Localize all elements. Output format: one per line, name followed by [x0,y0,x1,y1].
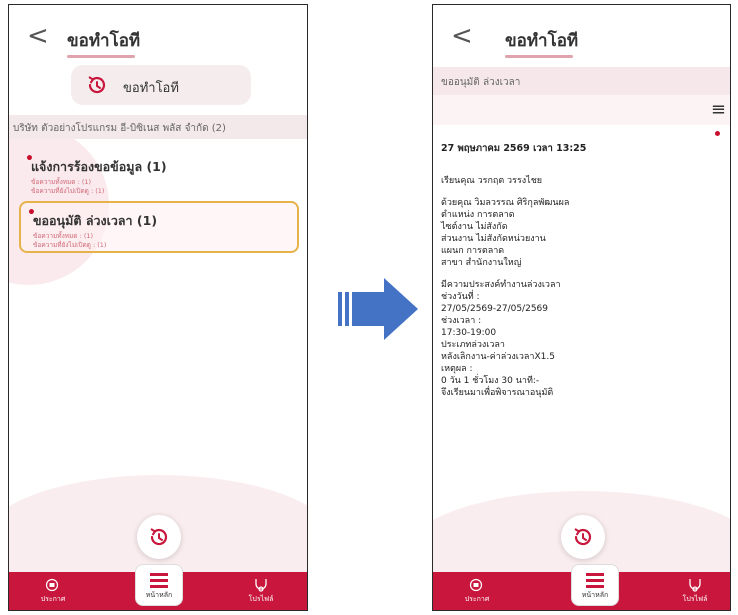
list-item-info-request[interactable]: แจ้งการร้องขอข้อมูล (1) ข้อความทั้งหมด :… [19,149,299,201]
home-menu-icon [150,573,168,588]
detail-line: 0 วัน 1 ชั่วโมง 30 นาที:- [441,376,540,386]
detail-line: ช่วงเวลา : [441,316,482,326]
nav-news[interactable]: ประกาศ [447,578,507,605]
nav-home-label: หน้าหลัก [581,591,609,599]
app-header: < ขอทำโอที [9,5,307,63]
list-item-unread: ข้อความที่ยังไม่เปิดดู : (1) [33,241,107,249]
ot-request-icon [85,73,109,101]
unread-dot [715,131,720,136]
title-underline [505,55,573,58]
profile-icon [689,579,701,592]
page-title: ขอทำโอที [67,31,141,51]
detail-line: มีความประสงค์ทำงานล่วงเวลา [441,280,561,290]
detail-line: หลังเลิกงาน-ค่าล่วงเวลาX1.5 [441,352,555,362]
list-item-ot-approval[interactable]: ขออนุมัติ ล่วงเวลา (1) ข้อความทั้งหมด : … [19,201,299,253]
nav-home[interactable]: หน้าหลัก [135,564,183,606]
list-item-title: ขออนุมัติ ล่วงเวลา (1) [27,205,157,231]
subtitle-bar: ขออนุมัติ ล่วงเวลา [433,67,730,95]
bottom-nav: ประกาศ หน้าหลัก โปรไฟล์ [9,564,307,610]
profile-icon [255,579,267,592]
requester-line: ด้วยคุณ วิมลวรรณ ศิริกุลพัฒนผล [441,198,570,208]
detail-line: เหตุผล : [441,364,473,374]
nav-profile-label: โปรไฟล์ [682,595,708,603]
phone-screen-list: < ขอทำโอที ขอทำโอที บริษัท ตัวอย่างโปรแก… [8,4,308,611]
message-body: เรียนคุณ วรกฤต วรรงไชย ด้วยคุณ วิมลวรรณ … [441,175,711,409]
detail-line: ประเภทล่วงเวลา [441,340,505,350]
list-item-title: แจ้งการร้องขอข้อมูล (1) [25,151,167,177]
requester-line: สาขา สำนักงานใหญ่ [441,258,522,268]
nav-news-label: ประกาศ [40,595,66,603]
title-underline [67,55,135,58]
greeting: เรียนคุณ วรกฤต วรรงไชย [441,176,543,186]
nav-news-label: ประกาศ [464,595,490,603]
megaphone-icon [469,578,483,592]
phone-screen-detail: < ขอทำโอที ขออนุมัติ ล่วงเวลา ≡ 27 พฤษภา… [432,4,731,611]
detail-line: จึงเรียนมาเพื่อพิจารณาอนุมัติ [441,388,554,398]
hamburger-icon[interactable]: ≡ [711,101,726,119]
megaphone-icon [45,578,59,592]
page-title: ขอทำโอที [505,31,579,51]
nav-home-label: หน้าหลัก [145,591,173,599]
requester-line: ส่วนงาน ไม่สังกัดหน่วยงาน [441,234,546,244]
ot-category-chip[interactable]: ขอทำโอที [71,65,251,105]
toolbar [433,95,730,125]
nav-profile[interactable]: โปรไฟล์ [231,578,291,605]
back-icon[interactable]: < [27,23,49,49]
home-menu-icon [586,573,604,588]
app-header: < ขอทำโอที [433,5,730,63]
nav-profile-label: โปรไฟล์ [248,595,274,603]
detail-line: 27/05/2569-27/05/2569 [441,304,548,314]
ot-request-icon [147,525,171,553]
company-row: บริษัท ตัวอย่างโปรแกรม อี-บิซิเนส พลัส จ… [9,115,307,139]
right-arrow-icon [338,278,418,340]
nav-home[interactable]: หน้าหลัก [571,564,619,606]
ot-action-button[interactable] [137,515,181,559]
ot-action-button[interactable] [561,515,605,559]
requester-line: ตำแหน่ง การตลาด [441,210,515,220]
message-date: 27 พฤษภาคม 2569 เวลา 13:25 [441,143,587,154]
requester-line: แผนก การตลาด [441,246,505,256]
bottom-nav: ประกาศ หน้าหลัก โปรไฟล์ [433,564,730,610]
detail-line: 17:30-19:00 [441,328,497,338]
ot-request-icon [571,525,595,553]
nav-profile[interactable]: โปรไฟล์ [665,578,725,605]
back-icon[interactable]: < [451,23,473,49]
list-item-unread: ข้อความที่ยังไม่เปิดดู : (1) [31,187,105,195]
nav-news[interactable]: ประกาศ [23,578,83,605]
requester-line: ไซต์งาน ไม่สังกัด [441,222,508,232]
chip-label: ขอทำโอที [123,81,179,96]
detail-line: ช่วงวันที่ : [441,292,480,302]
